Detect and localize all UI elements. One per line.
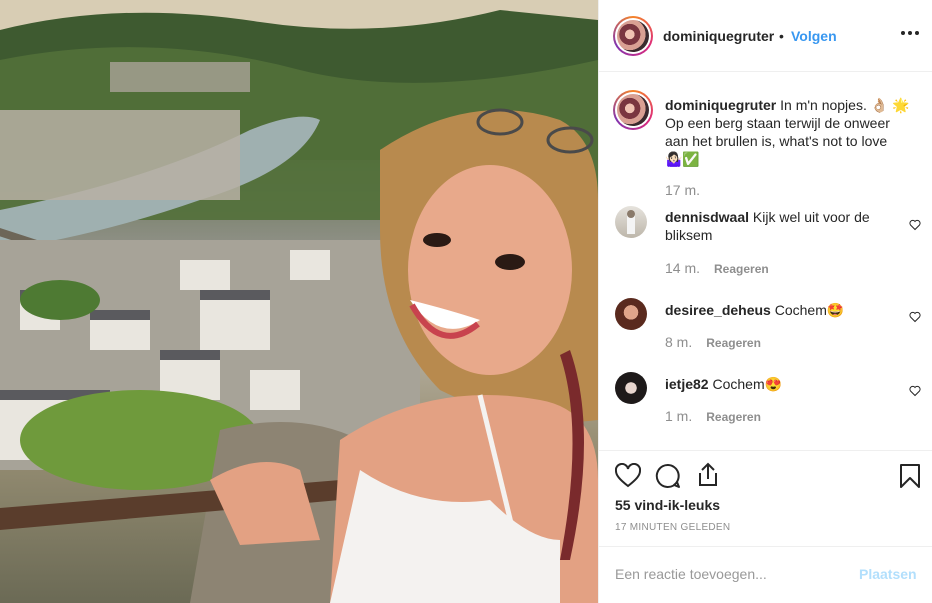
share-icon[interactable]: [695, 461, 721, 487]
comment-time: 14 m.: [665, 260, 701, 276]
post-actions: 55 vind-ik-leuks 17 MINUTEN GELEDEN: [599, 450, 932, 546]
post-image: [0, 0, 598, 603]
post-header: dominiquegruter • Volgen: [599, 0, 932, 72]
comment-input[interactable]: [615, 563, 845, 585]
comment-text: Cochem🤩: [774, 302, 845, 318]
comment-username[interactable]: desiree_deheus: [665, 302, 771, 318]
author-username[interactable]: dominiquegruter: [663, 28, 774, 44]
post-comment-button[interactable]: Plaatsen: [859, 566, 917, 582]
heart-icon[interactable]: [909, 310, 921, 323]
caption-time: 17 m.: [665, 182, 701, 198]
separator-dot: •: [779, 28, 784, 44]
comment: dennisdwaal Kijk wel uit voor de bliksem: [665, 208, 911, 244]
comment-meta: 8 m. Reageren: [665, 334, 761, 350]
post-timestamp[interactable]: 17 MINUTEN GELEDEN: [615, 522, 730, 533]
bookmark-icon[interactable]: [897, 463, 923, 489]
post-sidebar: dominiquegruter • Volgen dominiquegruter…: [598, 0, 932, 603]
comment-avatar[interactable]: [615, 298, 647, 330]
more-options-icon[interactable]: [899, 22, 921, 44]
likes-count[interactable]: 55 vind-ik-leuks: [615, 497, 720, 513]
author-avatar[interactable]: [613, 16, 653, 56]
comment-avatar[interactable]: [615, 372, 647, 404]
heart-icon[interactable]: [614, 462, 642, 489]
caption-avatar[interactable]: [613, 90, 653, 130]
comment-username[interactable]: dennisdwaal: [665, 209, 749, 225]
comment-icon[interactable]: [655, 463, 681, 489]
reply-button[interactable]: Reageren: [706, 336, 761, 350]
comment-avatar[interactable]: [615, 206, 647, 238]
comment-username[interactable]: ietje82: [665, 376, 709, 392]
reply-button[interactable]: Reageren: [714, 262, 769, 276]
comment-time: 1 m.: [665, 408, 693, 424]
caption: dominiquegruter In m'n nopjes. 👌🏼 🌟Op ee…: [665, 96, 911, 168]
heart-icon[interactable]: [909, 218, 921, 231]
comments-list[interactable]: dominiquegruter In m'n nopjes. 👌🏼 🌟Op ee…: [599, 72, 932, 450]
comment-time: 8 m.: [665, 334, 693, 350]
comment: ietje82 Cochem😍: [665, 375, 911, 393]
comment-meta: 1 m. Reageren: [665, 408, 761, 424]
heart-icon[interactable]: [909, 384, 921, 397]
add-comment-bar: Plaatsen: [599, 546, 932, 603]
comment-text: Cochem😍: [712, 376, 783, 392]
caption-username[interactable]: dominiquegruter: [665, 97, 776, 113]
post-photo[interactable]: [0, 0, 598, 603]
follow-button[interactable]: Volgen: [791, 28, 837, 44]
reply-button[interactable]: Reageren: [706, 410, 761, 424]
comment: desiree_deheus Cochem🤩: [665, 301, 911, 319]
comment-meta: 14 m. Reageren: [665, 260, 769, 276]
